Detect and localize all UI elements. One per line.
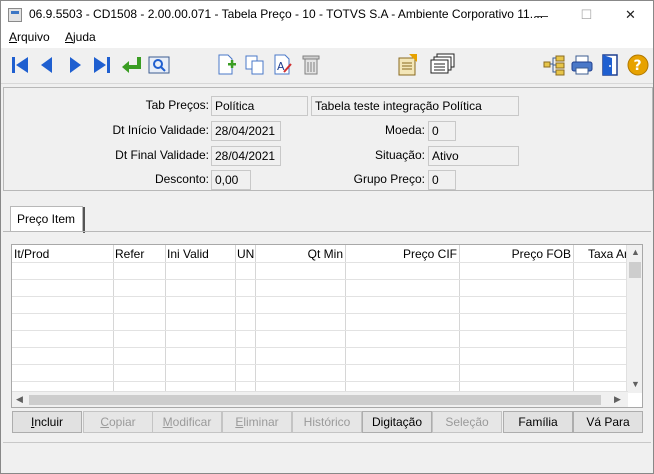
column-divider [235, 245, 236, 395]
first-record-icon[interactable] [7, 52, 33, 78]
tree-icon[interactable] [541, 52, 567, 78]
moeda-label: Moeda: [384, 123, 425, 137]
menu-arquivo-hotkey: A [9, 30, 18, 44]
eliminar-label: liminar [243, 415, 279, 429]
maximize-button[interactable]: ☐ [564, 1, 609, 29]
column-divider [573, 245, 574, 395]
menu-ajuda-label: juda [73, 30, 96, 44]
dt-inicio-validade-label: Dt Início Validade: [112, 123, 210, 137]
familia-button[interactable]: Família [503, 411, 573, 433]
app-icon [8, 8, 22, 22]
previous-record-icon[interactable] [34, 52, 60, 78]
delete-icon[interactable] [298, 52, 324, 78]
column-divider [345, 245, 346, 395]
grupo-preco-label: Grupo Preço: [353, 172, 425, 186]
incluir-button[interactable]: Incluir [12, 411, 82, 433]
scroll-left-icon[interactable]: ◀ [16, 394, 23, 405]
column-divider [459, 245, 460, 395]
menu-bar: Arquivo Ajuda [1, 29, 653, 48]
dt-final-validade-field[interactable]: 28/04/2021 [211, 146, 281, 166]
tab-divider [3, 231, 651, 232]
print-icon[interactable] [569, 52, 595, 78]
tab-precos-field[interactable]: Política [211, 96, 308, 116]
search-icon[interactable] [146, 52, 172, 78]
va-para-button[interactable]: Vá Para [573, 411, 643, 433]
preco-item-grid[interactable]: It/Prod Refer Ini Valid UN Qt Min Preço … [11, 244, 643, 408]
menu-ajuda[interactable]: Ajuda [65, 30, 96, 44]
eliminar-button[interactable]: Eliminar [222, 411, 292, 433]
new-record-icon[interactable] [213, 52, 239, 78]
table-row [12, 313, 628, 314]
menu-arquivo[interactable]: Arquivo [9, 30, 50, 44]
help-icon[interactable]: ? [625, 52, 651, 78]
modificar-button[interactable]: Modificar [152, 411, 222, 433]
scroll-up-icon[interactable]: ▲ [631, 247, 640, 257]
documents-icon[interactable] [429, 52, 455, 78]
table-row [12, 279, 628, 280]
copy-icon[interactable] [242, 52, 268, 78]
column-divider [165, 245, 166, 395]
situacao-field[interactable]: Ativo [428, 146, 519, 166]
digitacao-button[interactable]: Digitação [362, 411, 432, 433]
table-row [12, 262, 628, 263]
historico-button[interactable]: Histórico [292, 411, 362, 433]
dt-inicio-validade-field[interactable]: 28/04/2021 [211, 121, 281, 141]
next-record-icon[interactable] [62, 52, 88, 78]
table-row [12, 330, 628, 331]
desconto-label: Desconto: [154, 172, 209, 186]
table-row [12, 381, 628, 382]
scroll-down-icon[interactable]: ▼ [631, 379, 640, 389]
scroll-right-icon[interactable]: ▶ [614, 394, 621, 405]
title-bar: 06.9.5503 - CD1508 - 2.00.00.071 - Tabel… [1, 1, 653, 29]
toolbar: A ? [1, 48, 653, 84]
desconto-field[interactable]: 0,00 [211, 170, 251, 190]
svg-text:?: ? [634, 58, 642, 74]
grupo-preco-field[interactable]: 0 [428, 170, 456, 190]
horizontal-scroll-thumb[interactable] [29, 395, 601, 405]
status-bar-divider [3, 442, 651, 443]
column-divider [255, 245, 256, 395]
modificar-hotkey: M [162, 415, 173, 429]
last-record-icon[interactable] [89, 52, 115, 78]
report-icon[interactable] [395, 52, 421, 78]
dt-final-validade-label: Dt Final Validade: [115, 148, 209, 162]
table-row [12, 296, 628, 297]
application-window: 06.9.5503 - CD1508 - 2.00.00.071 - Tabel… [0, 0, 654, 474]
copiar-hotkey: C [100, 415, 109, 429]
menu-arquivo-label: rquivo [17, 30, 50, 44]
window-title: 06.9.5503 - CD1508 - 2.00.00.071 - Tabel… [29, 7, 544, 21]
moeda-field[interactable]: 0 [428, 121, 456, 141]
menu-ajuda-hotkey: A [65, 30, 74, 44]
table-row [12, 364, 628, 365]
vertical-scroll-thumb[interactable] [629, 262, 641, 278]
edit-icon[interactable]: A [270, 52, 296, 78]
situacao-label: Situação: [374, 148, 425, 162]
column-divider [113, 245, 114, 395]
vertical-scrollbar[interactable]: ▲ ▼ [626, 245, 642, 393]
modificar-label: odificar [172, 415, 212, 429]
table-row [12, 347, 628, 348]
minimize-button[interactable]: — [519, 1, 564, 29]
selecao-button[interactable]: Seleção [432, 411, 502, 433]
close-button[interactable]: ✕ [608, 1, 653, 29]
go-to-icon[interactable] [118, 52, 144, 78]
incluir-label: ncluir [34, 415, 64, 429]
horizontal-scrollbar[interactable]: ◀ ▶ [12, 391, 628, 407]
tab-precos-description-field[interactable]: Tabela teste integração Política [311, 96, 519, 116]
tab-precos-label: Tab Preços: [145, 98, 209, 112]
exit-icon[interactable] [597, 52, 623, 78]
copiar-label: opiar [108, 415, 136, 429]
tab-preco-item[interactable]: Preço Item [10, 206, 85, 233]
copiar-button[interactable]: Copiar [83, 411, 153, 433]
